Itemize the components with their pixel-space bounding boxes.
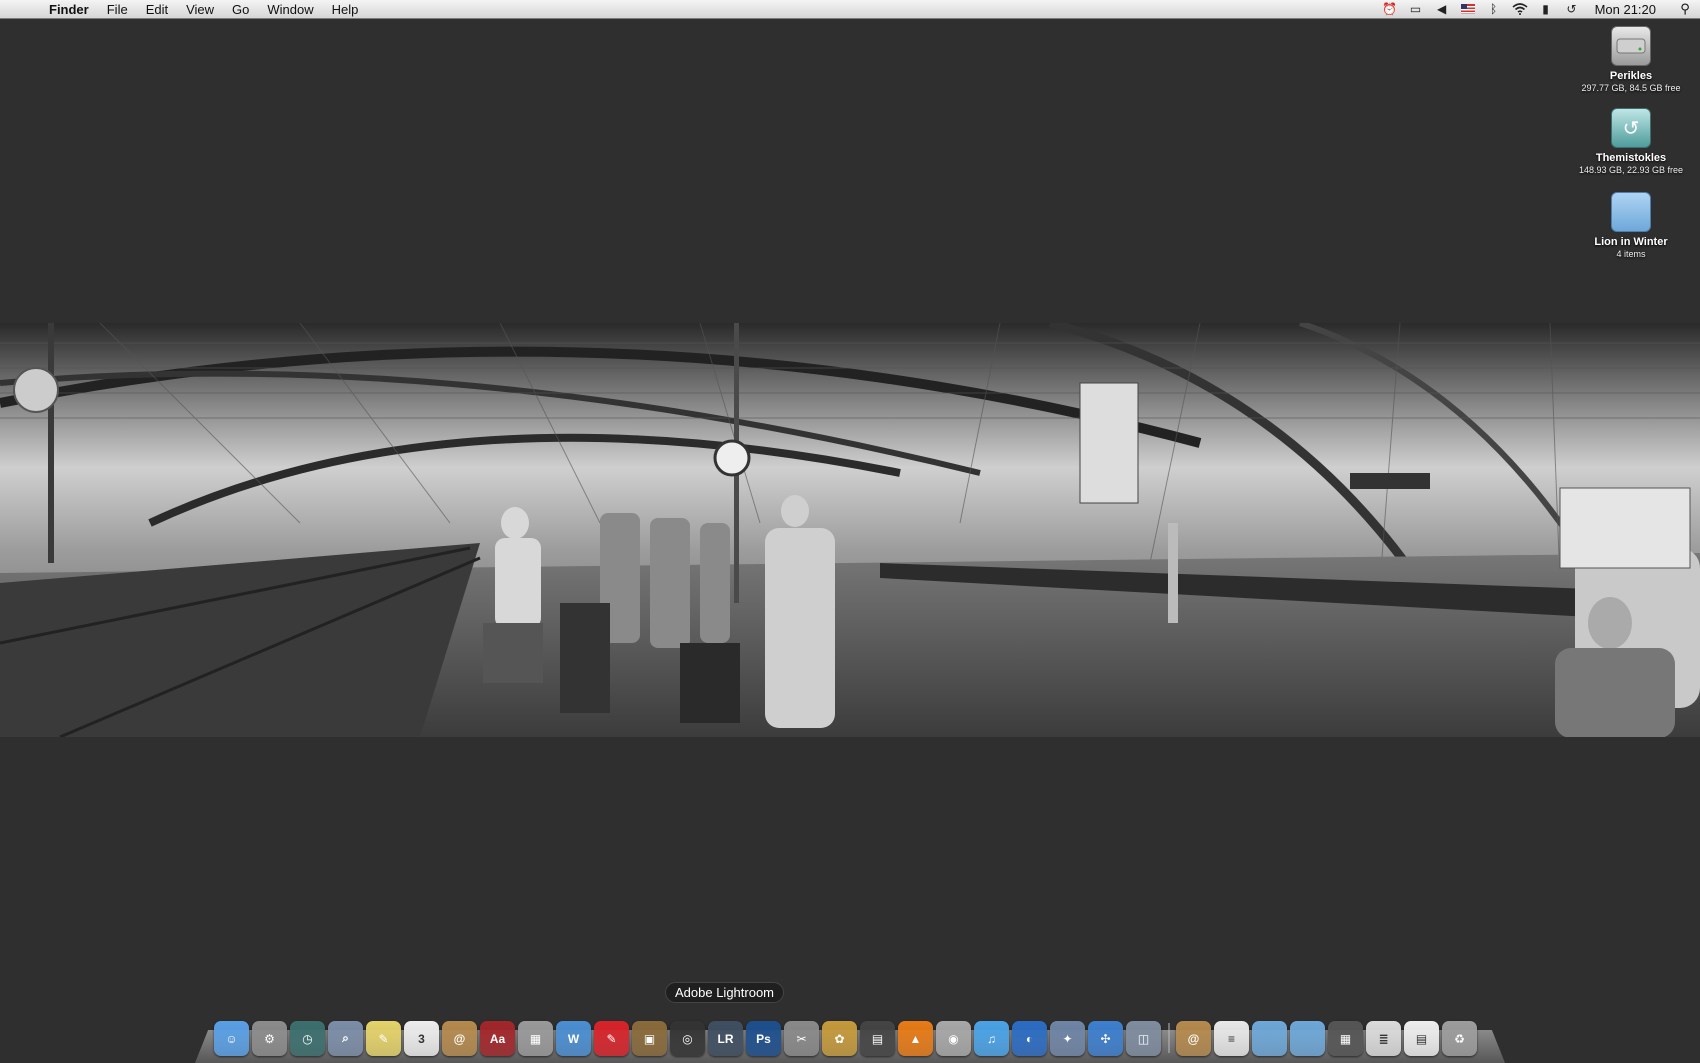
train-station-photo <box>0 323 1700 737</box>
iphoto-icon[interactable]: ▣ <box>632 1021 667 1056</box>
desktop-item-info: 4 items <box>1616 249 1646 259</box>
hard-drive-icon <box>1611 26 1651 66</box>
desktop-item-info: 297.77 GB, 84.5 GB free <box>1581 83 1681 93</box>
address-book-icon[interactable]: @ <box>442 1021 477 1056</box>
desktop-item-info: 148.93 GB, 22.93 GB free <box>1578 165 1684 175</box>
display-icon[interactable]: ▭ <box>1403 0 1429 19</box>
desktop-item-perikles[interactable]: Perikles 297.77 GB, 84.5 GB free <box>1566 26 1696 93</box>
dictionary-icon[interactable]: Aa <box>480 1021 515 1056</box>
menu-extra-icon[interactable]: ▮ <box>1533 0 1559 19</box>
document-stack-icon[interactable]: ≡ <box>1214 1021 1249 1056</box>
menu-edit[interactable]: Edit <box>137 0 177 19</box>
trash-icon[interactable]: ♻ <box>1442 1021 1477 1056</box>
desktop-item-label: Themistokles <box>1595 152 1667 164</box>
menu-help[interactable]: Help <box>323 0 368 19</box>
alarm-icon[interactable]: ⏰ <box>1377 0 1403 19</box>
folder-icon <box>1611 192 1651 232</box>
menu-app-name[interactable]: Finder <box>40 0 98 19</box>
desktop-item-themistokles[interactable]: ↺ Themistokles 148.93 GB, 22.93 GB free <box>1566 108 1696 175</box>
folder-stack-2-icon[interactable] <box>1290 1021 1325 1056</box>
downloads-stack-icon[interactable]: ▦ <box>1328 1021 1363 1056</box>
image-capture-icon[interactable]: ◫ <box>1126 1021 1161 1056</box>
time-machine-icon[interactable]: ↺ <box>1559 0 1585 19</box>
wifi-icon[interactable] <box>1507 0 1533 19</box>
folder-stack-icon[interactable] <box>1252 1021 1287 1056</box>
dock-tooltip: Adobe Lightroom <box>665 982 785 1003</box>
safari-icon[interactable]: ✣ <box>1088 1021 1123 1056</box>
menu-go[interactable]: Go <box>223 0 258 19</box>
menu-file[interactable]: File <box>98 0 137 19</box>
firefox-icon[interactable]: ◐ <box>1012 1021 1047 1056</box>
volume-icon[interactable]: ◀ <box>1429 0 1455 19</box>
aperture-icon[interactable]: ◎ <box>670 1021 705 1056</box>
menu-bar: Finder File Edit View Go Window Help ⏰ ▭… <box>0 0 1700 19</box>
spreadsheet-stack-icon[interactable]: ▤ <box>1404 1021 1439 1056</box>
cider-icon[interactable]: ✿ <box>822 1021 857 1056</box>
pages-icon[interactable]: W <box>556 1021 591 1056</box>
desktop-item-label: Lion in Winter <box>1594 236 1668 248</box>
preview-icon[interactable]: ⌕ <box>328 1021 363 1056</box>
address-stack-icon[interactable]: @ <box>1176 1021 1211 1056</box>
dvd-player-icon[interactable]: ◉ <box>936 1021 971 1056</box>
calculator-icon[interactable]: ▦ <box>518 1021 553 1056</box>
final-cut-icon[interactable]: ▤ <box>860 1021 895 1056</box>
spotlight-search-icon[interactable]: ⚲ <box>1670 1 1700 17</box>
script-editor-icon[interactable]: ✂ <box>784 1021 819 1056</box>
xcode-icon[interactable]: ✦ <box>1050 1021 1085 1056</box>
dock-separator <box>1168 1023 1170 1053</box>
photoshop-icon[interactable]: Ps <box>746 1021 781 1056</box>
time-machine-drive-icon: ↺ <box>1611 108 1651 148</box>
menu-clock[interactable]: Mon 21:20 <box>1585 2 1670 17</box>
documents-stack-icon[interactable]: ≣ <box>1366 1021 1401 1056</box>
acrobat-icon[interactable]: ✎ <box>594 1021 629 1056</box>
dock: ☺ ⚙ ◷ ⌕ ✎ 3 @ Aa ▦ W ✎ ▣ ◎ LR Ps ✂ ✿ ▤ ▲ ◉ ♫ ◐ ✦ ✣ ◫ @ ≡ ▦ ≣ ▤ ♻ <box>214 1010 1480 1056</box>
wallpaper-panorama <box>0 323 1700 737</box>
menu-view[interactable]: View <box>177 0 223 19</box>
lightroom-icon[interactable]: LR <box>708 1021 743 1056</box>
system-preferences-icon[interactable]: ⚙ <box>252 1021 287 1056</box>
bluetooth-icon[interactable]: ᛒ <box>1481 0 1507 19</box>
desktop-item-label: Perikles <box>1609 70 1653 82</box>
flag-us-icon[interactable] <box>1455 0 1481 19</box>
menu-window[interactable]: Window <box>258 0 322 19</box>
ical-icon[interactable]: 3 <box>404 1021 439 1056</box>
time-machine-icon[interactable]: ◷ <box>290 1021 325 1056</box>
status-area: ⏰ ▭ ◀ ᛒ ▮ ↺ Mon 21:20 ⚲ <box>1377 0 1700 19</box>
finder-icon[interactable]: ☺ <box>214 1021 249 1056</box>
desktop-item-lion-in-winter[interactable]: Lion in Winter 4 items <box>1566 192 1696 259</box>
itunes-icon[interactable]: ♫ <box>974 1021 1009 1056</box>
stickies-icon[interactable]: ✎ <box>366 1021 401 1056</box>
vlc-icon[interactable]: ▲ <box>898 1021 933 1056</box>
